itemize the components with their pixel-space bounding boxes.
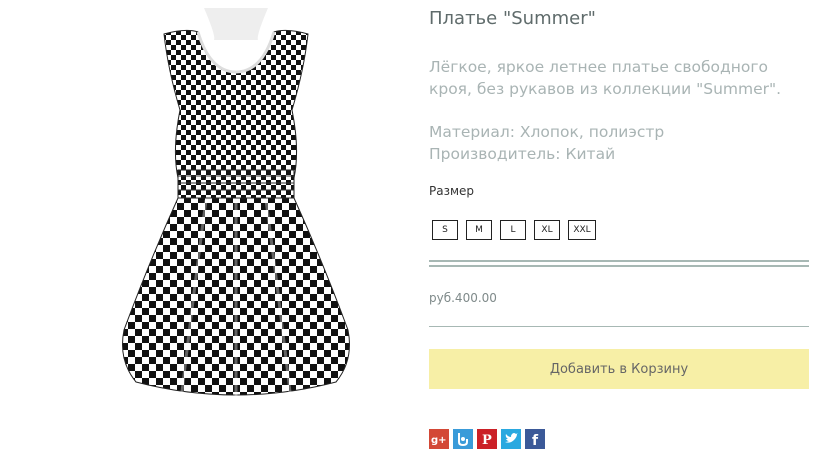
size-option-xxl[interactable]: XXL bbox=[568, 220, 596, 240]
add-to-cart-button[interactable]: Добавить в Корзину bbox=[429, 349, 809, 389]
size-option-s[interactable]: S bbox=[432, 220, 458, 240]
product-price: руб.400.00 bbox=[429, 291, 497, 305]
divider-top bbox=[429, 260, 809, 262]
size-option-m[interactable]: M bbox=[466, 220, 492, 240]
google-plus-icon[interactable]: g+ bbox=[429, 429, 449, 449]
product-manufacturer: Производитель: Китай bbox=[429, 145, 616, 163]
twitter-icon[interactable] bbox=[501, 429, 521, 449]
svg-text:P: P bbox=[482, 433, 492, 448]
divider-top-second bbox=[429, 265, 809, 267]
divider-bottom bbox=[429, 326, 809, 327]
svg-text:f: f bbox=[532, 433, 539, 449]
product-title: Платье "Summer" bbox=[429, 8, 596, 29]
product-description: Лёгкое, яркое летнее платье свободного к… bbox=[429, 58, 782, 98]
dress-bodice bbox=[163, 29, 309, 179]
size-option-xl[interactable]: XL bbox=[534, 220, 560, 240]
dress-waist bbox=[177, 169, 295, 199]
livejournal-icon[interactable] bbox=[453, 429, 473, 449]
pinterest-icon[interactable]: P bbox=[477, 429, 497, 449]
size-option-l[interactable]: L bbox=[500, 220, 526, 240]
size-selector: S M L XL XXL bbox=[432, 220, 596, 240]
mannequin-neck bbox=[204, 8, 268, 40]
product-image bbox=[122, 8, 350, 400]
product-material: Материал: Хлопок, полиэстр bbox=[429, 123, 665, 141]
product-specs: Материал: Хлопок, полиэстр Производитель… bbox=[429, 121, 664, 165]
size-label: Размер bbox=[429, 184, 475, 198]
svg-text:g+: g+ bbox=[431, 435, 447, 446]
facebook-icon[interactable]: f bbox=[525, 429, 545, 449]
share-buttons: g+ P f bbox=[429, 429, 545, 449]
